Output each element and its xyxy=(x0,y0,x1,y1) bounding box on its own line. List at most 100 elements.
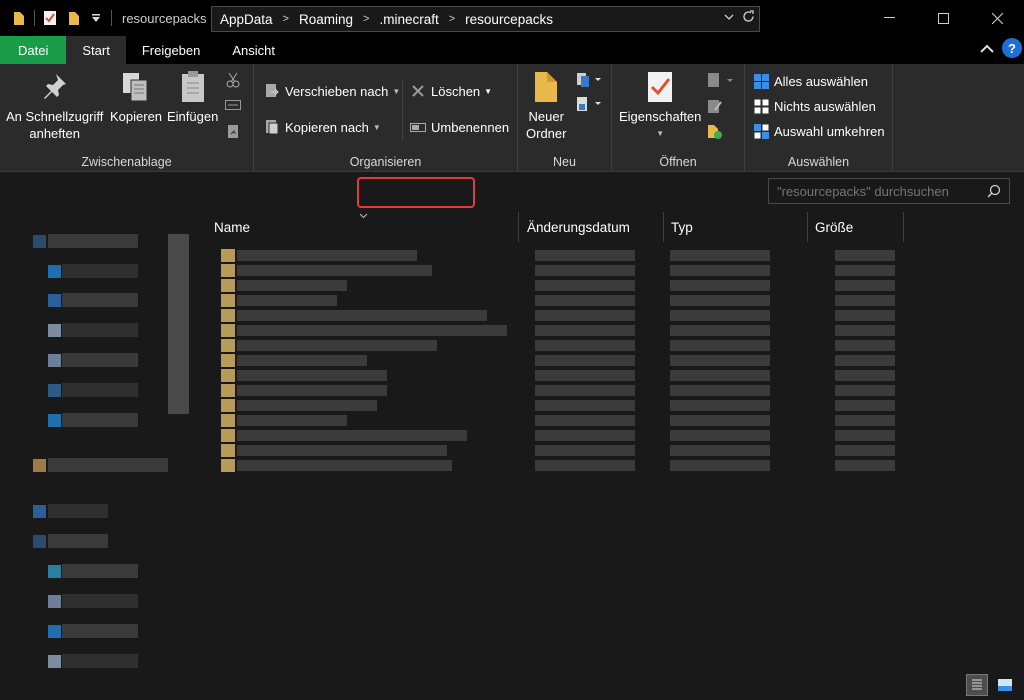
navigation-pane[interactable] xyxy=(0,172,191,672)
breadcrumb-minecraft[interactable]: .minecraft xyxy=(379,12,438,27)
table-row[interactable] xyxy=(205,278,895,293)
invert-selection-button[interactable]: Auswahl umkehren xyxy=(753,123,885,139)
table-row[interactable] xyxy=(205,443,895,458)
table-row[interactable] xyxy=(205,458,895,473)
details-view-icon[interactable] xyxy=(966,674,988,696)
breadcrumb-appdata[interactable]: AppData xyxy=(220,12,273,27)
table-row[interactable] xyxy=(205,398,895,413)
column-divider[interactable] xyxy=(663,212,664,242)
select-all-button[interactable]: Alles auswählen xyxy=(753,73,868,89)
new-folder-quick-icon[interactable] xyxy=(65,9,83,27)
breadcrumb-resourcepacks[interactable]: resourcepacks xyxy=(465,12,553,27)
maximize-button[interactable] xyxy=(916,0,970,36)
nav-item[interactable] xyxy=(62,383,138,397)
search-box[interactable] xyxy=(768,178,1010,204)
table-row[interactable] xyxy=(205,368,895,383)
new-item-icon[interactable] xyxy=(576,72,602,88)
select-none-button[interactable]: Nichts auswählen xyxy=(753,98,876,114)
nav-item[interactable] xyxy=(62,264,138,278)
table-row[interactable] xyxy=(205,413,895,428)
search-icon[interactable] xyxy=(987,184,1001,201)
group-label-select: Auswählen xyxy=(787,155,850,169)
folder-icon xyxy=(221,324,235,337)
column-header-size[interactable]: Größe xyxy=(815,210,853,244)
move-to-button[interactable]: Verschieben nach ▼ xyxy=(264,83,400,99)
close-button[interactable] xyxy=(970,0,1024,36)
nav-item-icon xyxy=(48,625,61,638)
large-icons-view-icon[interactable] xyxy=(994,674,1016,696)
new-folder-button[interactable]: Neuer Ordner xyxy=(526,70,566,142)
table-row[interactable] xyxy=(205,353,895,368)
table-row[interactable] xyxy=(205,293,895,308)
nav-item[interactable] xyxy=(62,594,138,608)
copy-to-button[interactable]: Kopieren nach ▼ xyxy=(264,119,381,135)
table-row[interactable] xyxy=(205,428,895,443)
refresh-icon[interactable] xyxy=(742,10,755,26)
copy-path-icon[interactable] xyxy=(225,99,241,111)
status-bar xyxy=(0,670,1024,700)
nav-item[interactable] xyxy=(62,624,138,638)
chevron-right-icon[interactable]: > xyxy=(283,13,289,25)
chevron-down-icon[interactable] xyxy=(724,10,734,26)
easy-access-icon[interactable] xyxy=(576,96,602,112)
chevron-right-icon[interactable]: > xyxy=(363,13,369,25)
nav-item-icon xyxy=(48,595,61,608)
properties-quick-icon[interactable] xyxy=(41,9,59,27)
history-icon[interactable] xyxy=(707,124,723,140)
folder-icon xyxy=(221,279,235,292)
nav-item[interactable] xyxy=(62,323,138,337)
column-header-date[interactable]: Änderungsdatum xyxy=(527,210,630,244)
paste-button[interactable]: Einfügen xyxy=(167,70,218,125)
folder-icon xyxy=(221,369,235,382)
file-list[interactable]: Name Änderungsdatum Typ Größe xyxy=(191,210,1024,670)
pin-quick-access-button[interactable]: An Schnellzugriff anheften xyxy=(6,70,103,142)
rename-button[interactable]: Umbenennen xyxy=(410,119,509,135)
table-row[interactable] xyxy=(205,383,895,398)
nav-item-icon xyxy=(48,324,61,337)
collapse-ribbon-icon[interactable] xyxy=(978,40,996,56)
nav-item[interactable] xyxy=(48,234,138,248)
tab-start[interactable]: Start xyxy=(66,36,126,64)
tab-view[interactable]: Ansicht xyxy=(216,36,291,64)
edit-icon[interactable] xyxy=(707,98,723,114)
nav-item[interactable] xyxy=(48,458,168,472)
chevron-right-icon[interactable]: > xyxy=(449,13,455,25)
breadcrumb-roaming[interactable]: Roaming xyxy=(299,12,353,27)
open-icon[interactable] xyxy=(707,72,735,88)
properties-button[interactable]: Eigenschaften ▼ xyxy=(619,70,701,142)
tab-file[interactable]: Datei xyxy=(0,36,67,64)
cut-icon[interactable] xyxy=(226,72,240,88)
table-row[interactable] xyxy=(205,248,895,263)
column-header-name[interactable]: Name xyxy=(214,210,250,244)
tab-share[interactable]: Freigeben xyxy=(126,36,217,64)
group-label-clipboard: Zwischenablage xyxy=(81,155,172,169)
nav-item[interactable] xyxy=(62,353,138,367)
search-input[interactable] xyxy=(777,183,977,199)
nav-item[interactable] xyxy=(62,293,138,307)
window-title: resourcepacks xyxy=(122,10,207,26)
column-divider[interactable] xyxy=(518,212,519,242)
table-row[interactable] xyxy=(205,308,895,323)
nav-item[interactable] xyxy=(48,504,108,518)
nav-item[interactable] xyxy=(62,654,138,668)
table-row[interactable] xyxy=(205,338,895,353)
help-icon[interactable]: ? xyxy=(1002,38,1022,58)
delete-button[interactable]: Löschen ▼ xyxy=(410,83,492,99)
address-bar[interactable]: AppData > Roaming > .minecraft > resourc… xyxy=(211,6,760,32)
nav-scrollbar[interactable] xyxy=(168,234,189,414)
table-row[interactable] xyxy=(205,323,895,338)
nav-item[interactable] xyxy=(48,534,108,548)
column-divider[interactable] xyxy=(903,212,904,242)
nav-item-icon xyxy=(48,655,61,668)
nav-item[interactable] xyxy=(62,564,138,578)
table-row[interactable] xyxy=(205,263,895,278)
column-divider[interactable] xyxy=(807,212,808,242)
nav-item-icon xyxy=(33,505,46,518)
minimize-button[interactable] xyxy=(862,0,916,36)
nav-item[interactable] xyxy=(62,413,138,427)
column-header-type[interactable]: Typ xyxy=(671,210,693,244)
copy-button[interactable]: Kopieren xyxy=(110,70,162,125)
ribbon: An Schnellzugriff anheften Kopieren Einf… xyxy=(0,64,1024,172)
paste-shortcut-icon[interactable] xyxy=(227,123,239,139)
customize-toolbar-icon[interactable] xyxy=(87,9,105,27)
